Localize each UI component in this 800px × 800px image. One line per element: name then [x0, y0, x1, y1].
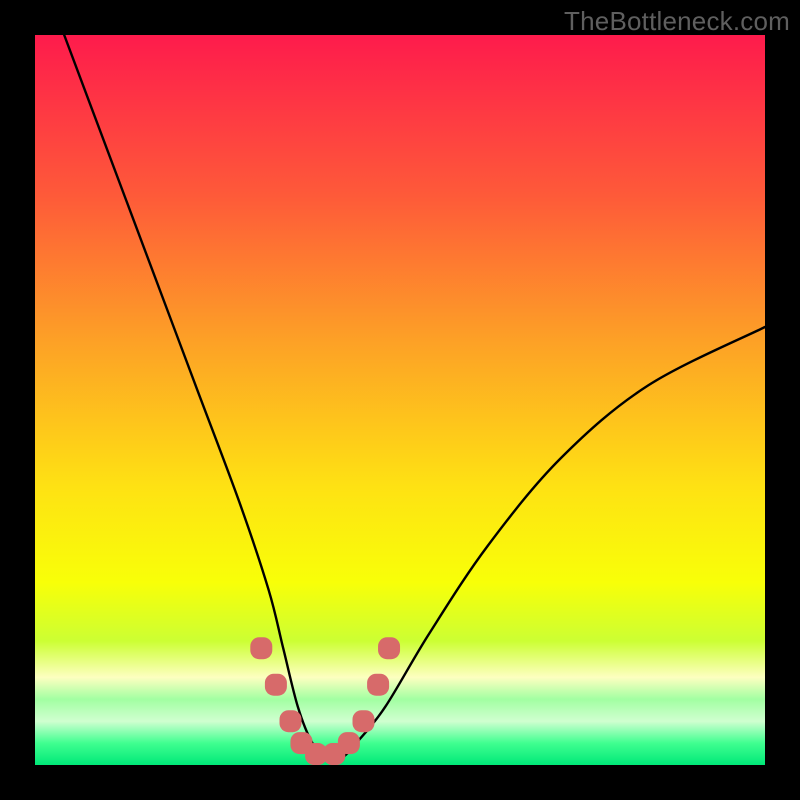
- marker-dot: [250, 637, 272, 659]
- watermark-text: TheBottleneck.com: [564, 6, 790, 37]
- marker-dot: [353, 710, 375, 732]
- marker-dot: [367, 674, 389, 696]
- marker-dot: [338, 732, 360, 754]
- chart-frame: TheBottleneck.com: [0, 0, 800, 800]
- marker-dot: [280, 710, 302, 732]
- marker-dot: [265, 674, 287, 696]
- bottleneck-curve: [64, 35, 765, 760]
- curve-layer: [35, 35, 765, 765]
- marker-dot: [378, 637, 400, 659]
- plot-area: [35, 35, 765, 765]
- overlay-dots: [250, 637, 400, 765]
